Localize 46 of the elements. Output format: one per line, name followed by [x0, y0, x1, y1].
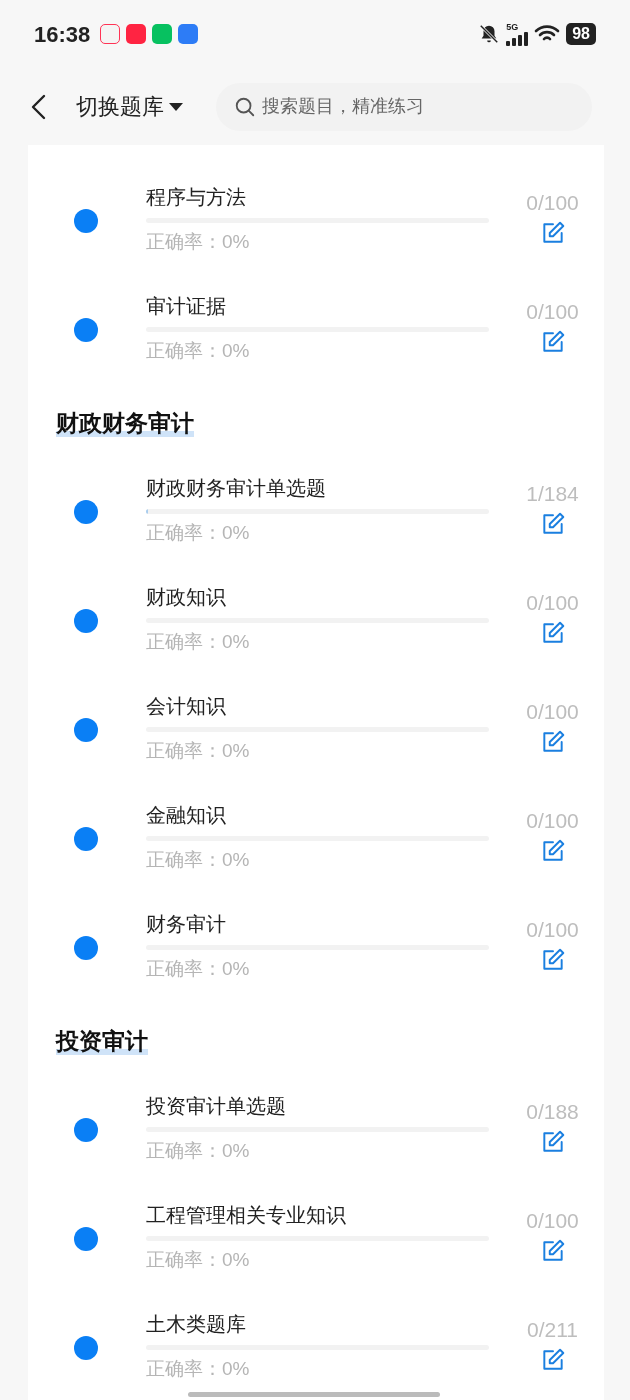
signal-icon [506, 31, 529, 46]
progress-count: 0/188 [526, 1099, 579, 1125]
accuracy-text: 正确率：0% [146, 630, 251, 654]
bell-off-icon [478, 23, 501, 45]
topic-title[interactable]: 土木类题库 [146, 1309, 489, 1339]
topic-title[interactable]: 财政知识 [146, 582, 489, 612]
clock: 16:38 [34, 20, 91, 49]
progress-count: 0/100 [526, 917, 579, 943]
search-field[interactable]: 搜索题目，精准练习 [216, 82, 592, 131]
bank-switch-button[interactable]: 切换题库 [76, 90, 184, 123]
app-icon [126, 24, 147, 44]
progress-count: 0/100 [526, 590, 579, 616]
caret-icon [168, 101, 184, 112]
progress-count: 0/100 [526, 699, 579, 725]
battery-indicator: 98 [566, 23, 596, 45]
search-icon [234, 95, 256, 118]
topic-title[interactable]: 审计证据 [146, 291, 489, 321]
section-heading: 投资审计 [56, 1026, 148, 1055]
chat-app-icon [152, 24, 173, 44]
topic-title[interactable]: 财政财务审计单选题 [146, 473, 489, 503]
topic-title[interactable]: 投资审计单选题 [146, 1091, 489, 1121]
progress-count: 0/100 [526, 808, 579, 834]
accuracy-text: 正确率：0% [146, 1248, 251, 1272]
accuracy-text: 正确率：0% [146, 1139, 251, 1163]
accuracy-text: 正确率：0% [146, 957, 251, 981]
accuracy-text: 正确率：0% [146, 848, 251, 872]
progress-count: 1/184 [526, 481, 579, 507]
back-icon[interactable] [30, 93, 48, 120]
topic-title[interactable]: 工程管理相关专业知识 [146, 1200, 489, 1230]
topic-title[interactable]: 金融知识 [146, 800, 489, 830]
progress-count: 0/211 [527, 1317, 578, 1343]
app-icon [100, 24, 121, 44]
topic-title[interactable]: 程序与方法 [146, 182, 489, 212]
accuracy-text: 正确率：0% [146, 230, 251, 254]
progress-count: 0/100 [526, 190, 579, 216]
network-label: 5G [506, 22, 519, 32]
topic-title[interactable]: 财务审计 [146, 909, 489, 939]
accuracy-text: 正确率：0% [146, 739, 251, 763]
app-icon [178, 24, 199, 44]
accuracy-text: 正确率：0% [146, 1357, 251, 1381]
topic-title[interactable]: 会计知识 [146, 691, 489, 721]
accuracy-text: 正确率：0% [146, 521, 251, 545]
section-heading: 财政财务审计 [56, 408, 194, 437]
progress-count: 0/100 [526, 1208, 579, 1234]
progress-count: 0/100 [526, 299, 579, 325]
accuracy-text: 正确率：0% [146, 339, 251, 363]
